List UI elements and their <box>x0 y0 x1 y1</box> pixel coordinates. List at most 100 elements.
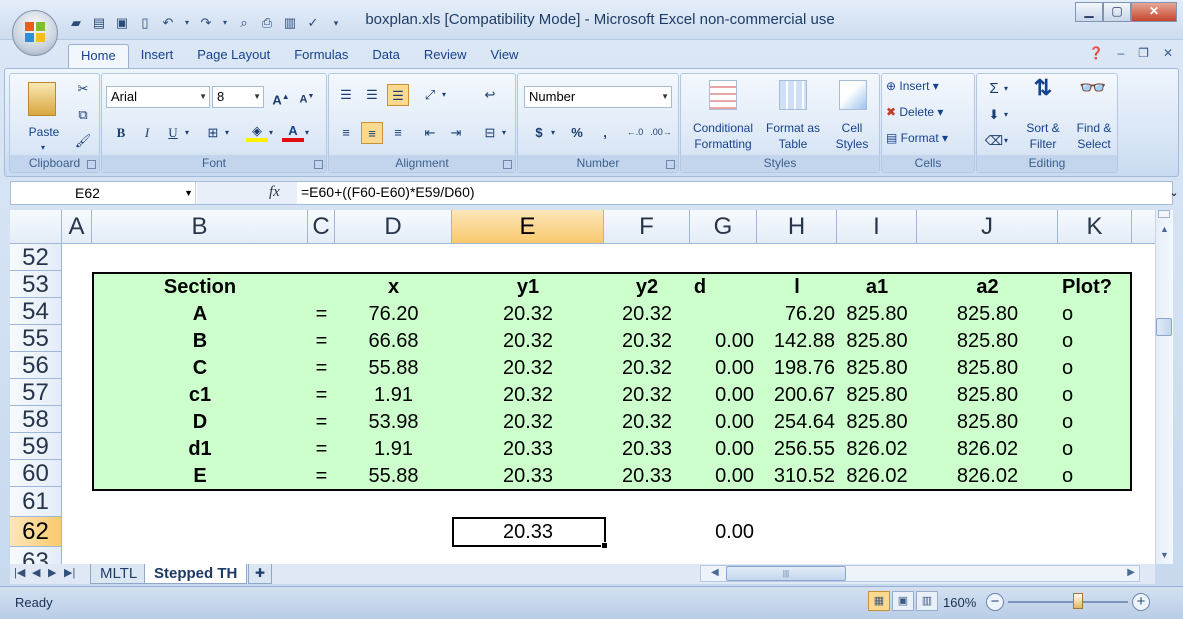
align-top-icon[interactable]: ☰ <box>335 84 357 106</box>
table-cell-eq[interactable]: = <box>308 409 335 436</box>
format-as-table-icon[interactable] <box>779 80 807 110</box>
row-header-55[interactable]: 55 <box>10 325 62 352</box>
last-sheet-icon[interactable]: ▶| <box>64 566 75 579</box>
scroll-up-icon[interactable]: ▲ <box>1156 224 1173 234</box>
formula-input[interactable]: =E60+((F60-E60)*E59/D60) <box>301 184 475 200</box>
table-cell-y1[interactable]: 20.32 <box>452 382 604 409</box>
zoom-slider-thumb[interactable] <box>1073 593 1083 609</box>
font-launcher-icon[interactable] <box>314 160 323 169</box>
row-header-62[interactable]: 62 <box>10 517 62 547</box>
conditional-formatting-icon[interactable] <box>709 80 737 110</box>
clipboard-launcher-icon[interactable] <box>87 160 96 169</box>
sheet-tab-stepped-th[interactable]: Stepped TH <box>144 564 248 584</box>
tab-review[interactable]: Review <box>412 44 479 68</box>
table-cell-eq[interactable]: = <box>308 463 335 490</box>
delete-cells-button[interactable]: ✖ Delete ▾ <box>886 104 972 120</box>
table-cell-l[interactable]: 200.67 <box>757 382 835 409</box>
table-cell-d[interactable]: 0.00 <box>690 436 754 463</box>
row-header-57[interactable]: 57 <box>10 379 62 406</box>
quick-print-icon[interactable]: ⎙ <box>259 15 275 31</box>
zoom-in-icon[interactable]: + <box>1132 593 1150 611</box>
maximize-button[interactable]: ▢ <box>1103 2 1131 22</box>
underline-dropdown-icon[interactable]: ▾ <box>182 122 192 144</box>
header-d[interactable]: d <box>690 274 710 301</box>
header-a1[interactable]: a1 <box>837 274 917 301</box>
row-header-59[interactable]: 59 <box>10 433 62 460</box>
first-sheet-icon[interactable]: |◀ <box>14 566 25 579</box>
page-break-view-icon[interactable]: ▥ <box>916 591 938 611</box>
row-header-60[interactable]: 60 <box>10 460 62 487</box>
table-cell-y2[interactable]: 20.33 <box>604 463 690 490</box>
copy-icon[interactable]: ⧉ <box>72 104 94 126</box>
vertical-scrollbar[interactable]: ▲ ▼ <box>1155 210 1173 564</box>
decrease-indent-icon[interactable]: ⇤ <box>419 122 441 144</box>
align-center-icon[interactable]: ≡ <box>361 122 383 144</box>
row-header-54[interactable]: 54 <box>10 298 62 325</box>
table-cell-x[interactable]: 53.98 <box>335 409 452 436</box>
table-cell-a2[interactable]: 825.80 <box>917 301 1058 328</box>
table-cell-plot[interactable]: o <box>1062 355 1132 382</box>
page-layout-view-icon[interactable]: ▣ <box>892 591 914 611</box>
help-icon[interactable]: ❓ <box>1089 46 1104 60</box>
table-cell-a1[interactable]: 826.02 <box>837 436 917 463</box>
number-launcher-icon[interactable] <box>666 160 675 169</box>
autosum-dropdown-icon[interactable]: ▾ <box>1001 78 1011 100</box>
next-sheet-icon[interactable]: ▶ <box>48 566 56 579</box>
paste-button[interactable]: Paste <box>14 124 74 140</box>
increase-indent-icon[interactable]: ⇥ <box>445 122 467 144</box>
redo-icon[interactable]: ↷ <box>198 15 214 31</box>
undo-icon[interactable]: ↶ <box>160 15 176 31</box>
scroll-right-icon[interactable]: ▶ <box>1127 567 1135 578</box>
table-cell-a1[interactable]: 826.02 <box>837 463 917 490</box>
header-a2[interactable]: a2 <box>917 274 1058 301</box>
table-cell-x[interactable]: 55.88 <box>335 463 452 490</box>
table-cell-d[interactable] <box>690 301 754 328</box>
clear-dropdown-icon[interactable]: ▾ <box>1001 130 1011 152</box>
column-header-c[interactable]: C <box>308 210 335 244</box>
table-cell-eq[interactable]: = <box>308 382 335 409</box>
find-select-button[interactable]: Find & Select <box>1069 120 1119 152</box>
zoom-slider-track[interactable] <box>1008 601 1128 603</box>
scroll-down-icon[interactable]: ▼ <box>1156 550 1173 560</box>
bold-button[interactable]: B <box>110 122 132 144</box>
underline-button[interactable]: U <box>162 122 184 144</box>
font-color-icon[interactable]: A <box>282 120 304 142</box>
table-cell-section[interactable]: d1 <box>92 436 308 463</box>
table-cell-plot[interactable]: o <box>1062 328 1132 355</box>
merge-dropdown-icon[interactable]: ▾ <box>499 122 509 144</box>
table-cell-y1[interactable]: 20.32 <box>452 355 604 382</box>
column-header-h[interactable]: H <box>757 210 837 244</box>
prev-sheet-icon[interactable]: ◀ <box>32 566 40 579</box>
font-name-combo[interactable]: Arial ▼ <box>106 86 210 108</box>
workbook-minimize-button[interactable]: – <box>1117 46 1124 60</box>
paste-icon[interactable]: ▥ <box>282 15 298 31</box>
worksheet-grid[interactable]: A B C D E F G H I J K 52 53 54 55 56 57 … <box>10 210 1155 564</box>
table-cell-section[interactable]: E <box>92 463 308 490</box>
column-header-j[interactable]: J <box>917 210 1058 244</box>
currency-dropdown-icon[interactable]: ▾ <box>548 122 558 144</box>
table-cell-plot[interactable]: o <box>1062 409 1132 436</box>
print-preview-icon[interactable]: ▤ <box>91 15 107 31</box>
column-header-b[interactable]: B <box>92 210 308 244</box>
italic-button[interactable]: I <box>136 122 158 144</box>
column-header-g[interactable]: G <box>690 210 757 244</box>
table-cell-x[interactable]: 66.68 <box>335 328 452 355</box>
table-cell-d[interactable]: 0.00 <box>690 463 754 490</box>
column-header-k[interactable]: K <box>1058 210 1132 244</box>
number-format-combo[interactable]: Number ▼ <box>524 86 672 108</box>
table-cell-l[interactable]: 142.88 <box>757 328 835 355</box>
fill-dropdown-icon[interactable]: ▾ <box>1001 104 1011 126</box>
cell-styles-icon[interactable] <box>839 80 867 110</box>
table-cell-y1[interactable]: 20.32 <box>452 301 604 328</box>
save-icon[interactable]: ▣ <box>114 15 130 31</box>
table-cell-a2[interactable]: 825.80 <box>917 328 1058 355</box>
align-left-icon[interactable]: ≡ <box>335 122 357 144</box>
tab-home[interactable]: Home <box>68 44 129 69</box>
table-cell-plot[interactable]: o <box>1062 301 1132 328</box>
table-cell-d[interactable]: 0.00 <box>690 355 754 382</box>
row-header-56[interactable]: 56 <box>10 352 62 379</box>
orientation-dropdown-icon[interactable]: ▾ <box>439 84 449 106</box>
table-cell-eq[interactable]: = <box>308 328 335 355</box>
increase-decimal-icon[interactable]: ←.0 <box>624 122 646 144</box>
row-header-63[interactable]: 63 <box>10 547 62 564</box>
